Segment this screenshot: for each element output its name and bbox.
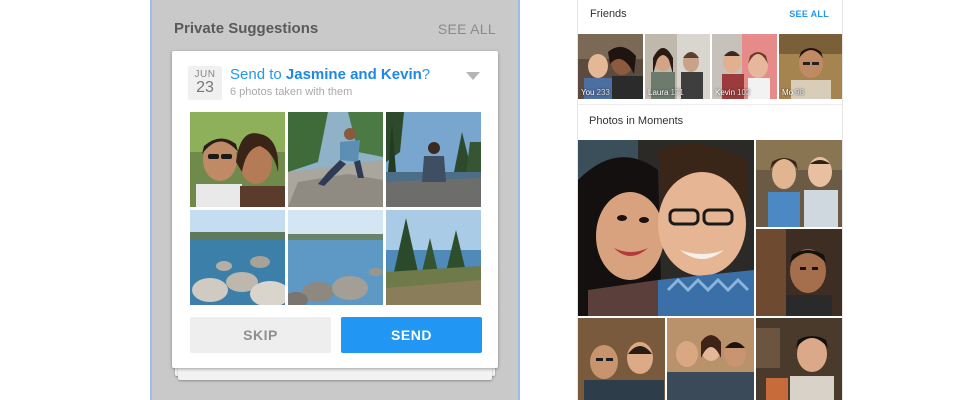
- moment-photo[interactable]: [578, 140, 754, 316]
- chevron-down-icon[interactable]: [466, 72, 480, 80]
- friend-photo-count: 98: [795, 88, 805, 97]
- friends-row: You 233 Laura 171 Kevin 102 Mo 98: [578, 34, 842, 99]
- recipient-names: Jasmine and Kevin: [285, 66, 422, 83]
- send-suffix: ?: [421, 66, 431, 83]
- moment-photo[interactable]: [756, 140, 842, 227]
- photo-thumbnail[interactable]: [386, 210, 481, 305]
- friend-name: Kevin: [715, 88, 736, 97]
- friend-caption: Laura 171: [648, 88, 684, 97]
- friend-photo-count: 102: [737, 88, 751, 97]
- friends-title: Friends: [590, 8, 627, 20]
- friend-photo-count: 171: [670, 88, 684, 97]
- friend-caption: Mo 98: [782, 88, 804, 97]
- app-mockup: Private Suggestions SEE ALL JUN 23 Send …: [0, 0, 970, 400]
- suggestion-card: JUN 23 Send to Jasmine and Kevin? 6 phot…: [172, 51, 498, 368]
- date-day: 23: [196, 79, 214, 96]
- photo-count-subtitle: 6 photos taken with them: [230, 86, 353, 98]
- photo-thumbnail[interactable]: [190, 112, 285, 207]
- moments-title: Photos in Moments: [589, 115, 684, 127]
- friend-caption: Kevin 102: [715, 88, 750, 97]
- skip-button[interactable]: SKIP: [190, 317, 331, 353]
- photo-thumbnail[interactable]: [190, 210, 285, 305]
- photo-thumbnail[interactable]: [288, 210, 383, 305]
- friend-name: You: [581, 88, 595, 97]
- section-title: Private Suggestions: [174, 20, 319, 37]
- friend-tile[interactable]: You 233: [578, 34, 643, 99]
- moment-photo[interactable]: [667, 318, 754, 400]
- send-button[interactable]: SEND: [341, 317, 482, 353]
- see-all-link[interactable]: SEE ALL: [438, 21, 496, 37]
- friend-photo-count: 233: [596, 88, 610, 97]
- friend-name: Laura: [648, 88, 669, 97]
- photo-thumbnail[interactable]: [386, 112, 481, 207]
- friend-tile[interactable]: Laura 171: [645, 34, 710, 99]
- friend-name: Mo: [782, 88, 794, 97]
- send-prefix: Send to: [230, 66, 286, 83]
- friend-tile[interactable]: Kevin 102: [712, 34, 777, 99]
- private-suggestions-screen: Private Suggestions SEE ALL JUN 23 Send …: [150, 0, 520, 400]
- friend-caption: You 233: [581, 88, 610, 97]
- moment-photo[interactable]: [578, 318, 665, 400]
- date-badge: JUN 23: [188, 66, 222, 100]
- moment-photo[interactable]: [756, 229, 842, 316]
- moment-photo[interactable]: [756, 318, 842, 400]
- section-divider: [578, 104, 842, 105]
- friends-screen: Friends SEE ALL You 233 Laura 171 Kevin …: [577, 0, 843, 400]
- send-to-heading: Send to Jasmine and Kevin?: [230, 66, 430, 83]
- photo-grid: [190, 112, 481, 305]
- photo-thumbnail[interactable]: [288, 112, 383, 207]
- friends-see-all-link[interactable]: SEE ALL: [789, 9, 829, 19]
- friend-tile[interactable]: Mo 98: [779, 34, 842, 99]
